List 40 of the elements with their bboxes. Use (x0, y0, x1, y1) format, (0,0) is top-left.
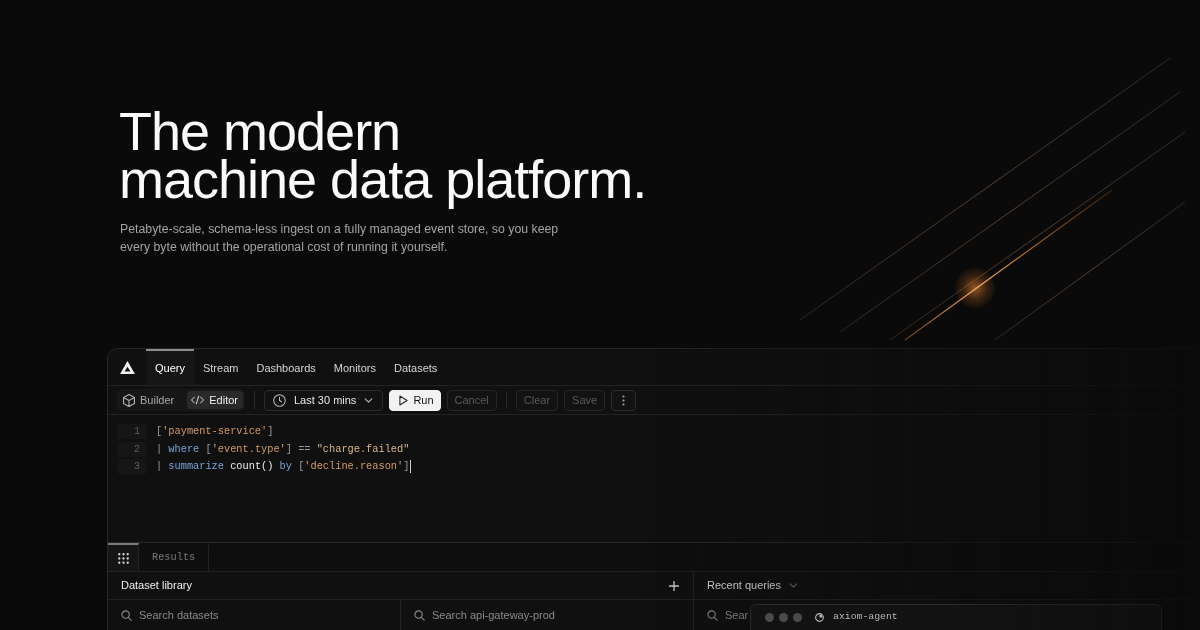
recent-queries-dropdown[interactable]: Recent queries (707, 577, 798, 594)
run-button[interactable]: Run (389, 389, 441, 411)
headline: The modern machine data platform. (119, 100, 647, 210)
spinner-icon (815, 613, 824, 622)
play-icon (399, 394, 409, 406)
search-field[interactable]: Search api-gateway-prod (432, 606, 632, 624)
window-title: axiom-agent (833, 610, 898, 625)
cube-icon (123, 393, 135, 407)
code-line[interactable]: | summarize count() by ['decline.reason'] (156, 459, 410, 475)
nav-tab[interactable]: Stream (193, 349, 248, 385)
line-number: 3 (118, 459, 146, 475)
nav-tab[interactable]: Monitors (324, 349, 385, 385)
grid-icon (117, 552, 129, 564)
nav-tab[interactable]: Query (146, 349, 194, 385)
search-icon (121, 609, 132, 621)
more-button[interactable] (611, 389, 637, 411)
search-field[interactable]: Sear (725, 606, 749, 624)
triangle-logo-icon[interactable] (120, 360, 135, 374)
time-range-dropdown[interactable]: Last 30 mins (264, 389, 384, 411)
mode-button[interactable]: Editor (187, 391, 243, 409)
chevron-down-icon (789, 583, 798, 588)
line-number: 2 (118, 441, 146, 457)
line-number: 1 (118, 424, 146, 440)
search-icon (414, 609, 425, 621)
mode-button[interactable]: Builder (119, 391, 180, 409)
search-icon (707, 609, 718, 621)
nav-tab[interactable]: Dashboards (247, 349, 325, 385)
grid-tab[interactable] (108, 543, 139, 571)
panel-title: Dataset library (121, 578, 192, 594)
code-icon (191, 395, 205, 405)
search-field[interactable]: Search datasets (139, 606, 339, 624)
chevron-down-icon (364, 397, 374, 403)
plus-icon[interactable] (669, 580, 679, 591)
clock-icon (273, 393, 286, 407)
results-tab[interactable]: Results (139, 543, 210, 571)
kebab-icon (622, 394, 626, 406)
subheadline: Petabyte-scale, schema-less ingest on a fully managed event store, so you keep every byte without the operational cost of running it yourself. (120, 221, 560, 256)
code-line[interactable]: ['payment-service'] (156, 424, 274, 440)
code-line[interactable]: | where ['event.type'] == "charge.failed" (156, 441, 410, 457)
nav-tab[interactable]: Datasets (384, 349, 447, 385)
